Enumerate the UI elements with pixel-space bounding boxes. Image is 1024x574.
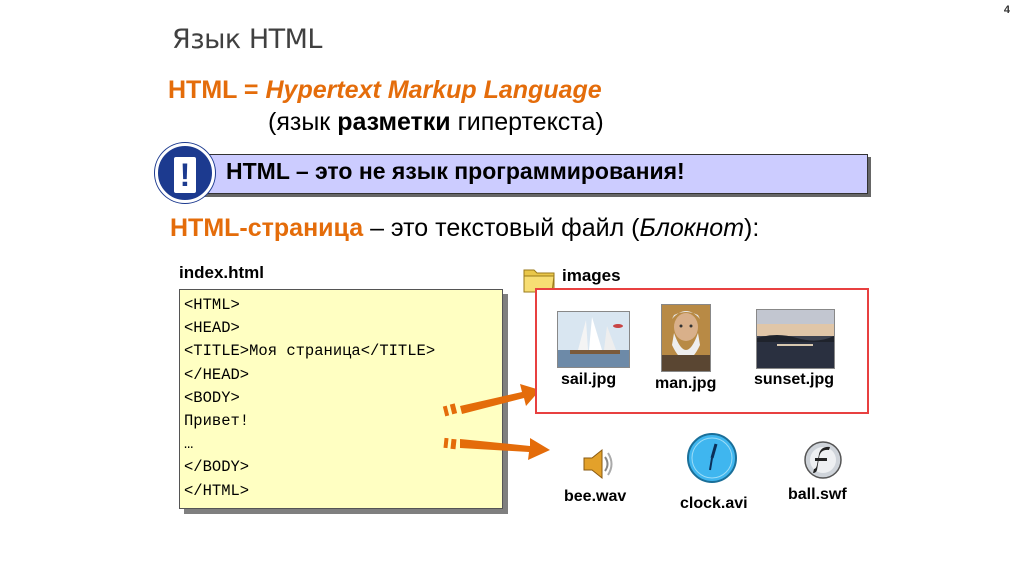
definition-expansion: Hypertext Markup Language — [265, 76, 602, 104]
code-file-name: index.html — [179, 263, 265, 282]
code-line: … — [184, 435, 194, 454]
definition-translation: (язык разметки гипертекста) — [268, 108, 604, 137]
file-term: HTML-страница — [170, 214, 364, 242]
code-line: </HEAD> — [184, 365, 250, 384]
exclamation-icon: ! — [155, 143, 215, 203]
speaker-icon — [583, 448, 613, 480]
slide-title: Язык HTML — [172, 24, 322, 55]
file-label: sunset.jpg — [754, 371, 835, 388]
code-lines: <HTML> <HEAD> <TITLE>Моя страница</TITLE… — [184, 294, 435, 503]
folder-label: images — [562, 266, 621, 285]
definition-equals: = — [236, 76, 266, 104]
clock-icon — [687, 433, 737, 483]
file-label: sail.jpg — [561, 371, 617, 388]
definition-line: HTML = Hypertext Markup Language — [168, 76, 602, 105]
file-app: Блокнот — [639, 214, 745, 242]
translation-open: (язык — [268, 108, 338, 136]
media-label: ball.swf — [788, 486, 847, 503]
media-label: clock.avi — [680, 495, 748, 512]
code-line: <BODY> — [184, 388, 240, 407]
note-text: HTML – это не язык программирования! — [226, 158, 685, 184]
arrow-icon — [443, 437, 550, 460]
code-line: </HTML> — [184, 481, 250, 500]
translation-rest: гипертекста) — [450, 108, 604, 136]
definition-abbr: HTML — [168, 76, 237, 104]
file-middle: – это текстовый файл ( — [363, 214, 640, 242]
code-line: <TITLE>Моя страница</TITLE> — [184, 342, 436, 361]
arrow-icon — [442, 384, 540, 417]
media-label: bee.wav — [564, 488, 627, 505]
file-description: HTML-страница – это текстовый файл (Блок… — [170, 214, 759, 243]
file-label: man.jpg — [655, 375, 717, 392]
page-number: 4 — [1003, 4, 1010, 16]
code-line: </BODY> — [184, 458, 250, 477]
code-line: Привет! — [184, 412, 250, 431]
translation-bold: разметки — [337, 108, 451, 136]
man-image — [661, 304, 711, 372]
code-line: <HTML> — [184, 296, 240, 314]
file-end: ): — [744, 214, 760, 242]
exclamation-glyph: ! — [174, 157, 196, 193]
flash-icon — [804, 441, 842, 479]
sunset-image — [756, 309, 835, 369]
sail-image — [557, 311, 630, 368]
code-line: <HEAD> — [184, 319, 240, 338]
